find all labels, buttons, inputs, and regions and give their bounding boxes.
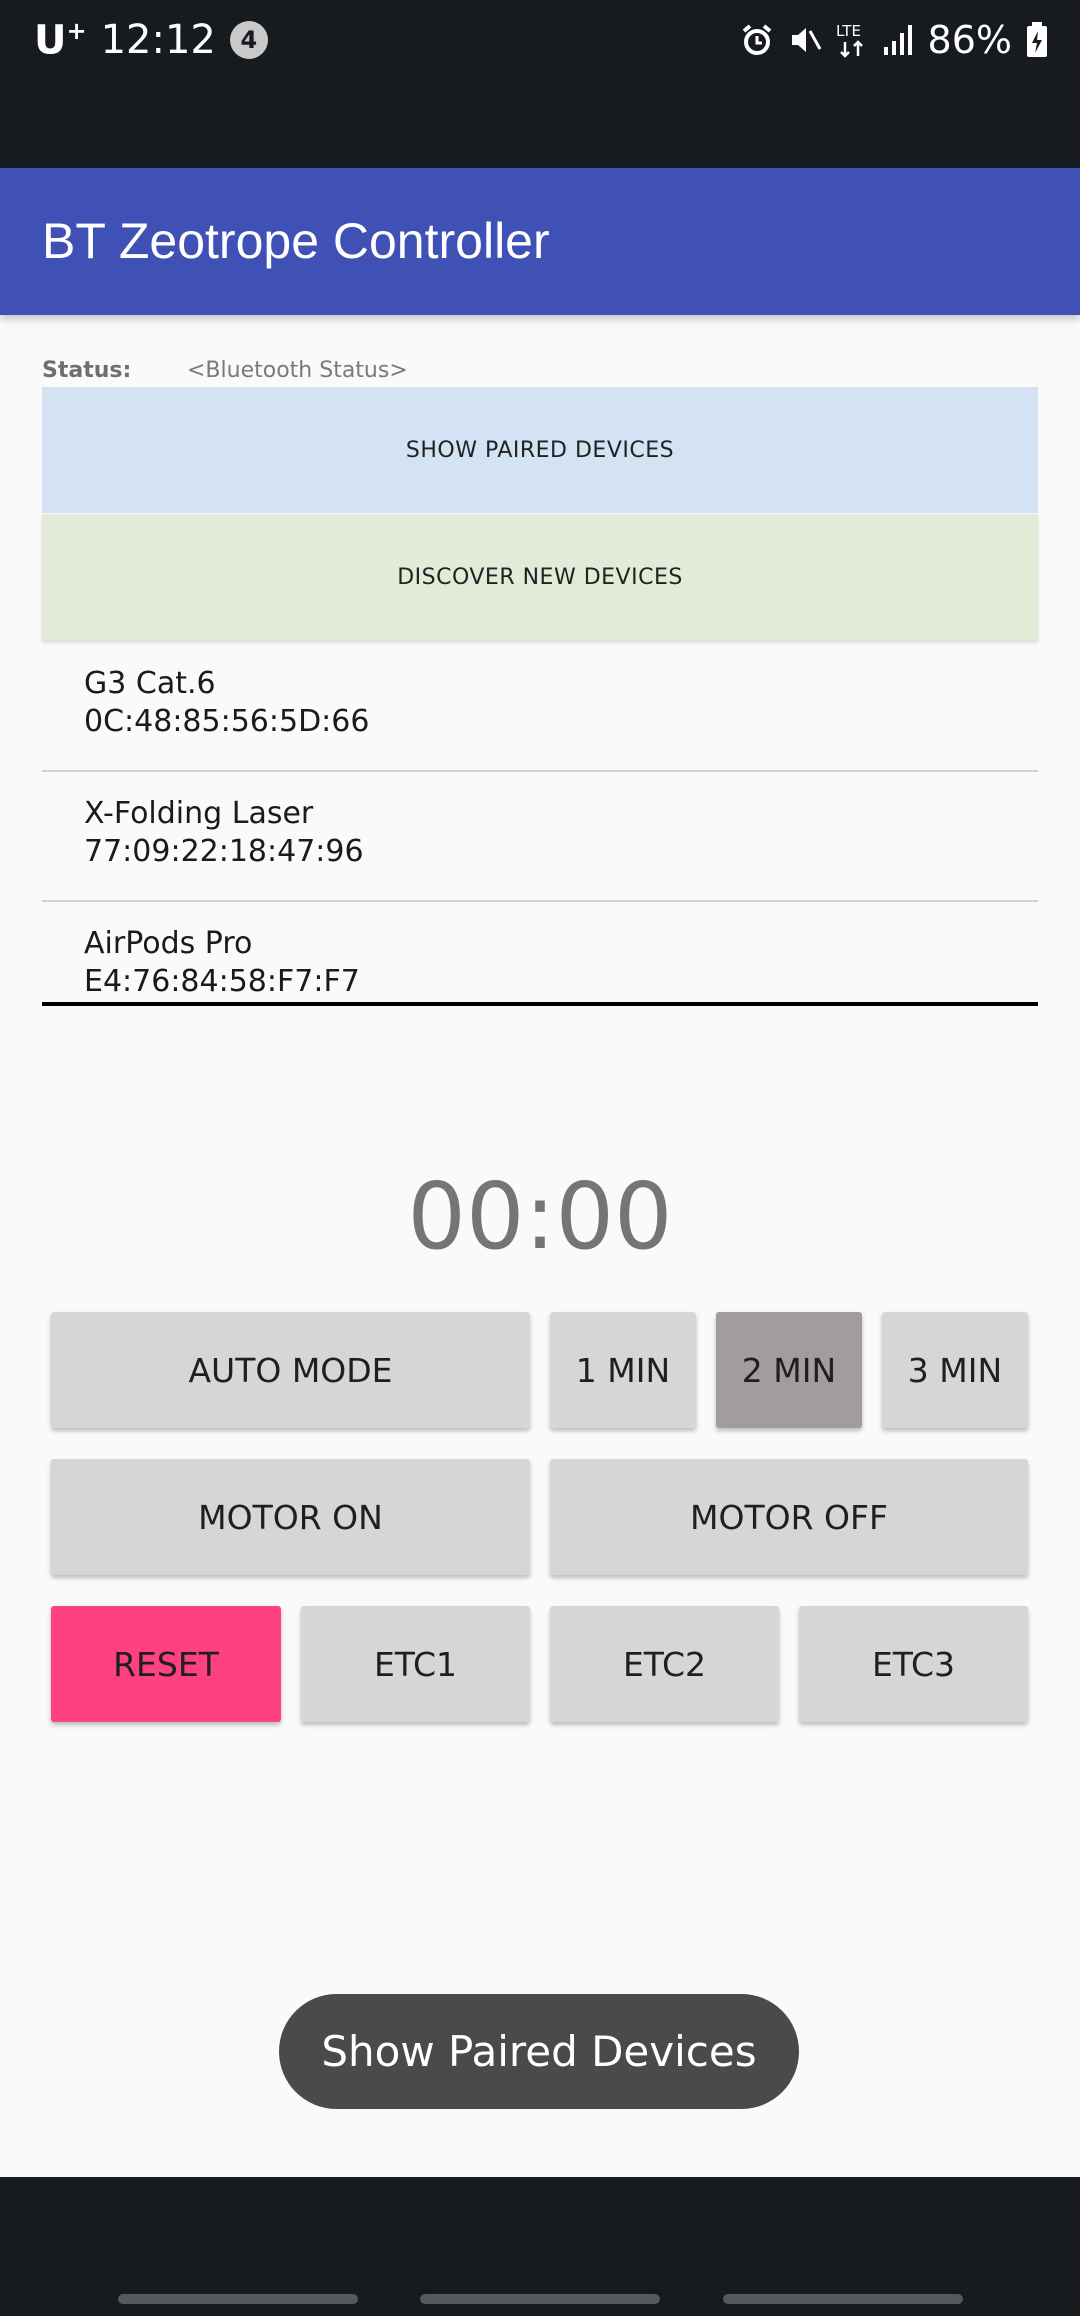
- nav-back-handle[interactable]: [723, 2294, 963, 2304]
- alarm-icon: [740, 23, 774, 57]
- app-title: BT Zeotrope Controller: [42, 213, 550, 269]
- one-min-button[interactable]: 1 MIN: [550, 1312, 696, 1428]
- device-name: AirPods Pro: [84, 926, 253, 961]
- nav-home-handle[interactable]: [420, 2294, 660, 2304]
- status-bar-left: U+ 12:12 4: [34, 16, 268, 64]
- device-name: G3 Cat.6: [84, 666, 216, 701]
- device-list-item[interactable]: AirPods Pro E4:76:84:58:F7:F7: [42, 902, 1038, 1002]
- etc2-button[interactable]: ETC2: [550, 1606, 779, 1722]
- device-address: E4:76:84:58:F7:F7: [84, 964, 360, 999]
- device-address: 77:09:22:18:47:96: [84, 834, 364, 869]
- battery-charging-icon: [1026, 22, 1048, 58]
- notification-count-badge: 4: [229, 21, 268, 59]
- reset-button[interactable]: RESET: [51, 1606, 281, 1722]
- status-bar-right: LTE 86%: [740, 16, 1048, 64]
- nav-recents-handle[interactable]: [118, 2294, 358, 2304]
- show-paired-devices-button[interactable]: SHOW PAIRED DEVICES: [42, 387, 1038, 513]
- mute-icon: [788, 23, 822, 57]
- device-name: X-Folding Laser: [84, 796, 314, 831]
- signal-icon: [883, 23, 914, 57]
- status-bar: U+ 12:12 4 LTE 86%: [0, 0, 1080, 168]
- app-bar: BT Zeotrope Controller: [0, 168, 1080, 315]
- bt-status-label: Status:: [42, 358, 132, 383]
- motor-off-button[interactable]: MOTOR OFF: [550, 1459, 1028, 1575]
- etc1-button[interactable]: ETC1: [301, 1606, 530, 1722]
- bt-status-value: <Bluetooth Status>: [187, 358, 408, 383]
- timer-display: 00:00: [407, 1163, 673, 1270]
- two-min-button[interactable]: 2 MIN: [716, 1312, 862, 1428]
- toast-message: Show Paired Devices: [279, 1994, 799, 2109]
- battery-percent: 86%: [927, 18, 1012, 62]
- three-min-button[interactable]: 3 MIN: [882, 1312, 1028, 1428]
- etc3-button[interactable]: ETC3: [799, 1606, 1028, 1722]
- device-list[interactable]: G3 Cat.6 0C:48:85:56:5D:66 X-Folding Las…: [42, 642, 1038, 1006]
- carrier-label: U+: [34, 16, 87, 64]
- auto-mode-button[interactable]: AUTO MODE: [51, 1312, 530, 1428]
- device-list-item[interactable]: X-Folding Laser 77:09:22:18:47:96: [42, 772, 1038, 902]
- svg-text:LTE: LTE: [836, 22, 861, 40]
- clock: 12:12: [100, 17, 216, 63]
- motor-on-button[interactable]: MOTOR ON: [51, 1459, 530, 1575]
- device-address: 0C:48:85:56:5D:66: [84, 704, 370, 739]
- lte-icon: LTE: [836, 20, 870, 60]
- discover-new-devices-button[interactable]: DISCOVER NEW DEVICES: [42, 514, 1038, 640]
- device-list-item[interactable]: G3 Cat.6 0C:48:85:56:5D:66: [42, 642, 1038, 772]
